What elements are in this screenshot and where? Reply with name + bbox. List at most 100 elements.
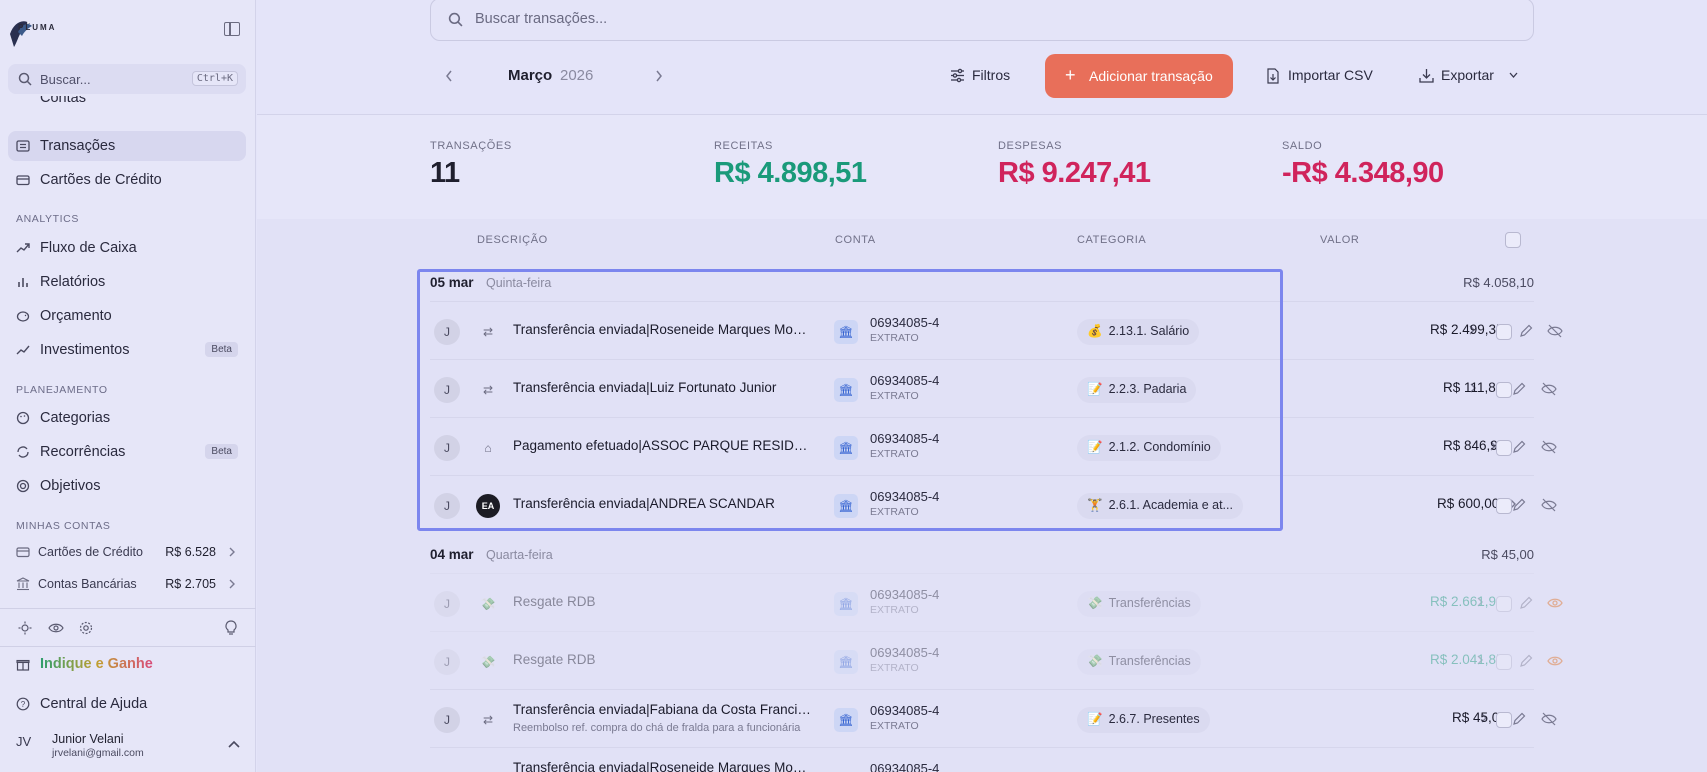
row-checkbox[interactable] bbox=[1496, 498, 1512, 514]
export-button[interactable]: Exportar bbox=[1419, 60, 1519, 92]
row-checkbox[interactable] bbox=[1496, 596, 1512, 612]
chevron-left-icon[interactable] bbox=[445, 70, 453, 82]
stat-expenses: DESPESAS R$ 9.247,41 bbox=[998, 140, 1151, 190]
account-group-contas-bancarias[interactable]: Contas Bancárias R$ 2.705 bbox=[8, 571, 246, 597]
add-transaction-label: Adicionar transação bbox=[1089, 68, 1213, 84]
transaction-description: Resgate RDB bbox=[513, 594, 596, 609]
row-checkbox[interactable] bbox=[1496, 712, 1512, 728]
credit-card-icon bbox=[16, 547, 30, 558]
filters-button[interactable]: Filtros bbox=[950, 60, 1020, 92]
account-number: 06934085-4 bbox=[870, 761, 940, 772]
user-email: jrvelani@gmail.com bbox=[52, 747, 144, 759]
month-label: Março bbox=[508, 67, 553, 84]
sidebar-item-orcamento[interactable]: Orçamento bbox=[8, 301, 246, 331]
edit-icon[interactable] bbox=[1512, 440, 1526, 454]
table-row[interactable]: Transferência enviada|Roseneide Marques … bbox=[430, 747, 1534, 772]
search-icon bbox=[18, 72, 32, 86]
sidebar-search-placeholder: Buscar... bbox=[40, 72, 91, 87]
gear-icon[interactable] bbox=[79, 621, 93, 635]
category-label: Transferências bbox=[1108, 596, 1191, 610]
edit-icon[interactable] bbox=[1512, 712, 1526, 726]
import-csv-button[interactable]: Importar CSV bbox=[1266, 60, 1376, 92]
avatar: J bbox=[434, 649, 460, 675]
sidebar-item-recorrencias[interactable]: Recorrências Beta bbox=[8, 437, 246, 467]
eye-off-icon[interactable] bbox=[1541, 382, 1557, 396]
edit-icon[interactable] bbox=[1519, 654, 1533, 668]
sidebar-item-transacoes[interactable]: Transações bbox=[8, 131, 246, 161]
sun-icon[interactable] bbox=[18, 621, 32, 635]
sidebar-item-fluxo-de-caixa[interactable]: Fluxo de Caixa bbox=[8, 233, 246, 263]
file-import-icon bbox=[1267, 68, 1279, 84]
sidebar-toggle-icon[interactable] bbox=[224, 22, 240, 36]
account-source: EXTRATO bbox=[870, 662, 919, 674]
eye-icon[interactable] bbox=[1547, 596, 1563, 610]
category-chip[interactable]: 💸 Transferências bbox=[1077, 649, 1201, 675]
eye-off-icon[interactable] bbox=[1541, 440, 1557, 454]
eye-icon[interactable] bbox=[48, 622, 64, 634]
edit-icon[interactable] bbox=[1512, 382, 1526, 396]
account-group-cartoes[interactable]: Cartões de Crédito R$ 6.528 bbox=[8, 539, 246, 565]
transaction-description: Transferência enviada|Fabiana da Costa F… bbox=[513, 702, 813, 717]
sidebar-item-contas[interactable]: Contas bbox=[8, 96, 246, 112]
row-checkbox[interactable] bbox=[1496, 382, 1512, 398]
category-label: 2.6.7. Presentes bbox=[1108, 712, 1200, 726]
account-group-value: R$ 6.528 bbox=[165, 545, 216, 559]
group-total: R$ 45,00 bbox=[1481, 547, 1534, 562]
column-header-value: VALOR bbox=[1320, 234, 1360, 246]
sidebar-item-cartoes[interactable]: Cartões de Crédito bbox=[8, 165, 246, 195]
stat-title: SALDO bbox=[1282, 140, 1323, 152]
sidebar-item-label: Objetivos bbox=[40, 478, 101, 494]
eye-off-icon[interactable] bbox=[1547, 324, 1563, 338]
eye-off-icon[interactable] bbox=[1541, 498, 1557, 512]
user-profile[interactable]: JV Junior Velani jrvelani@gmail.com bbox=[16, 730, 244, 762]
eye-off-icon[interactable] bbox=[1541, 712, 1557, 726]
section-title-planejamento: PLANEJAMENTO bbox=[16, 384, 108, 396]
transaction-search-input[interactable]: Buscar transações... bbox=[430, 0, 1534, 41]
chevron-up-icon bbox=[228, 740, 240, 748]
stat-transactions: TRANSAÇÕES 11 bbox=[430, 140, 512, 190]
sliders-icon bbox=[951, 68, 964, 83]
stat-value: R$ 9.247,41 bbox=[998, 157, 1151, 189]
row-checkbox[interactable] bbox=[1496, 654, 1512, 670]
sidebar-item-objetivos[interactable]: Objetivos bbox=[8, 471, 246, 501]
row-checkbox[interactable] bbox=[1496, 324, 1512, 340]
edit-icon[interactable] bbox=[1512, 498, 1526, 512]
category-chip[interactable]: 📝 2.6.7. Presentes bbox=[1077, 707, 1210, 733]
account-number: 06934085-4 bbox=[870, 645, 940, 660]
lightbulb-icon[interactable] bbox=[224, 620, 238, 636]
group-date: 04 mar bbox=[430, 547, 474, 562]
search-placeholder: Buscar transações... bbox=[475, 11, 608, 27]
account-group-label: Contas Bancárias bbox=[38, 577, 137, 591]
chevron-right-icon[interactable] bbox=[655, 70, 663, 82]
select-all-checkbox[interactable] bbox=[1505, 232, 1521, 248]
sidebar-item-investimentos[interactable]: Investimentos Beta bbox=[8, 335, 246, 365]
edit-icon[interactable] bbox=[1519, 324, 1533, 338]
edit-icon[interactable] bbox=[1519, 596, 1533, 610]
category-chip[interactable]: 💸 Transferências bbox=[1077, 591, 1201, 617]
list-icon bbox=[16, 140, 30, 152]
column-header-description: DESCRIÇÃO bbox=[477, 234, 548, 246]
eye-icon[interactable] bbox=[1547, 654, 1563, 668]
table-row[interactable]: J 💸 Resgate RDB 🏛 06934085-4 EXTRATO 💸 Tr… bbox=[430, 573, 1563, 631]
target-icon bbox=[16, 479, 30, 493]
transaction-amount: R$ 2.041,85 bbox=[1430, 652, 1504, 667]
credit-card-icon bbox=[16, 175, 30, 186]
account-number: 06934085-4 bbox=[870, 703, 940, 718]
transfer-icon: ⇄ bbox=[482, 713, 494, 727]
row-checkbox[interactable] bbox=[1496, 440, 1512, 456]
table-row[interactable]: J ⇄ Transferência enviada|Fabiana da Cos… bbox=[430, 689, 1557, 747]
help-circle-icon: ? bbox=[16, 697, 30, 711]
sidebar-item-relatorios[interactable]: Relatórios bbox=[8, 267, 246, 297]
sidebar-item-label: Categorias bbox=[40, 410, 111, 426]
help-label: Central de Ajuda bbox=[40, 696, 148, 712]
sidebar-item-categorias[interactable]: Categorias bbox=[8, 403, 246, 433]
transaction-description: Transferência enviada|Roseneide Marques … bbox=[513, 760, 813, 772]
bank-icon bbox=[16, 577, 30, 591]
table-row[interactable]: J 💸 Resgate RDB 🏛 06934085-4 EXTRATO 💸 Tr… bbox=[430, 631, 1563, 689]
transaction-amount: R$ 600,00 bbox=[1437, 496, 1500, 511]
export-label: Exportar bbox=[1441, 67, 1494, 83]
svg-text:?: ? bbox=[21, 700, 26, 709]
transaction-amount: R$ 111,80 bbox=[1443, 380, 1504, 395]
sidebar-search[interactable]: Buscar... Ctrl+K bbox=[8, 64, 246, 94]
add-transaction-button[interactable]: + Adicionar transação bbox=[1045, 54, 1233, 98]
